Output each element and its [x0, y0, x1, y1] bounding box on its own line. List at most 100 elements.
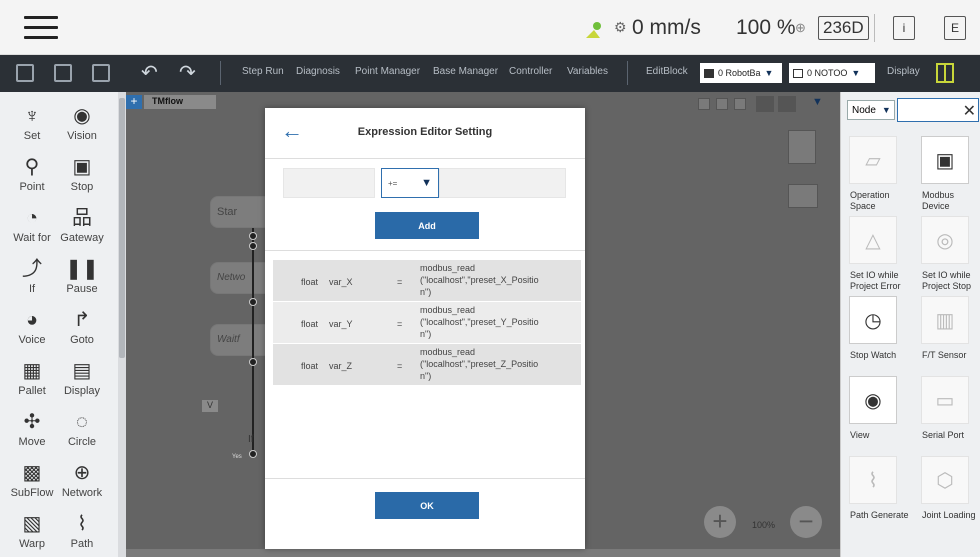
info-icon[interactable]: i	[893, 16, 915, 40]
add-button[interactable]: Add	[375, 212, 479, 239]
goto-icon: ↱	[73, 309, 91, 331]
controller-button[interactable]: Controller	[509, 66, 552, 77]
palette-scrollbar[interactable]	[118, 92, 126, 557]
device-badge[interactable]: 236D	[818, 0, 869, 55]
io-error-icon[interactable]: △	[849, 216, 897, 264]
log-icon[interactable]: E	[944, 16, 966, 40]
palette-item-if[interactable]: ⤴ If	[4, 255, 60, 295]
undo-icon[interactable]: ↶	[141, 60, 158, 85]
display-toggle-icon[interactable]	[788, 184, 818, 208]
flow-node-if[interactable]: If	[248, 434, 254, 445]
palette-item-label: Path	[70, 538, 94, 550]
diagnosis-button[interactable]: Diagnosis	[296, 66, 340, 77]
connector-dot[interactable]	[249, 298, 257, 306]
serial-port-icon[interactable]: ▭	[921, 376, 969, 424]
subflow-icon: ▩	[22, 462, 42, 484]
redo-icon[interactable]: ↷	[179, 60, 196, 85]
palette-item-set[interactable]: ♆ Set	[4, 102, 60, 142]
save-as-icon[interactable]	[92, 64, 110, 82]
menu-icon[interactable]	[24, 14, 58, 40]
palette-item-network[interactable]: ⊕ Network	[54, 459, 110, 499]
ok-button[interactable]: OK	[375, 492, 479, 519]
palette-item-label: Circle	[67, 436, 97, 448]
palette-item-gateway[interactable]: 品 Gateway	[54, 204, 110, 244]
tool-select[interactable]: 0 NOTOO ▼	[789, 63, 875, 83]
right-operand-input[interactable]	[439, 168, 566, 198]
palette-item-circle[interactable]: ◌ Circle	[54, 408, 110, 448]
palette-item-pallet[interactable]: ▦ Pallet	[4, 357, 60, 397]
palette-item-voice[interactable]: ◕ Voice	[4, 306, 60, 346]
robot-base-select[interactable]: 0 RobotBa ▼	[700, 63, 782, 83]
joint-loading-icon[interactable]: ⬡	[921, 456, 969, 504]
add-tab-button[interactable]: +	[126, 95, 142, 109]
zoom-out-button[interactable]: −	[790, 506, 822, 538]
palette-item-point[interactable]: ⚲ Point	[4, 153, 60, 193]
node-panel-label: Path Generate	[850, 510, 909, 520]
sort-icon[interactable]	[698, 98, 710, 110]
view-icon[interactable]: ◉	[849, 376, 897, 424]
palette-item-warp[interactable]: ▧ Warp	[4, 510, 60, 550]
display-button[interactable]: Display	[887, 66, 920, 77]
palette-item-pause[interactable]: ❚❚ Pause	[54, 255, 110, 295]
divider	[220, 61, 221, 85]
table-row[interactable]: float var_Z = modbus_read ("localhost","pre…	[273, 344, 581, 386]
clear-icon[interactable]: ✕	[963, 101, 976, 121]
sort-desc-icon[interactable]	[716, 98, 728, 110]
node-panel-label: Serial Port	[922, 430, 965, 440]
editblock-button[interactable]: EditBlock	[646, 66, 688, 77]
robot-status-icon	[586, 22, 601, 38]
canvas-hscrollbar[interactable]	[126, 549, 840, 557]
palette-item-label: Pause	[66, 283, 98, 295]
connector-dot[interactable]	[249, 242, 257, 250]
path-generate-icon[interactable]: ⌇	[849, 456, 897, 504]
table-row[interactable]: float var_X = modbus_read ("localhost","pre…	[273, 260, 581, 302]
modbus-device-icon[interactable]: ▣	[921, 136, 969, 184]
palette-item-label: SubFlow	[10, 487, 54, 499]
save-project-icon[interactable]	[54, 64, 72, 82]
palette-item-subflow[interactable]: ▩ SubFlow	[4, 459, 60, 499]
stopwatch-icon[interactable]: ◷	[849, 296, 897, 344]
layout-icon[interactable]	[788, 130, 816, 164]
palette-item-wait-for[interactable]: ◔ Wait for	[4, 204, 60, 244]
palette-item-goto[interactable]: ↱ Goto	[54, 306, 110, 346]
warp-icon: ▧	[22, 513, 42, 535]
palette-item-label: Goto	[70, 334, 94, 346]
speed-icon: ⚙	[614, 19, 627, 35]
variables-button[interactable]: Variables	[567, 66, 608, 77]
connector-dot[interactable]	[249, 232, 257, 240]
chevron-down-icon[interactable]: ▼	[812, 96, 823, 108]
base-manager-button[interactable]: Base Manager	[433, 66, 498, 77]
divider	[265, 250, 585, 251]
palette-item-move[interactable]: ✣ Move	[4, 408, 60, 448]
node-search-input[interactable]: ✕	[897, 98, 979, 122]
zoom-fit-icon[interactable]	[734, 98, 746, 110]
connector-dot[interactable]	[249, 450, 257, 458]
zoom-in-button[interactable]: +	[704, 506, 736, 538]
palette-item-label: Vision	[67, 130, 97, 142]
percent-readout: 100 %	[736, 15, 796, 39]
point-icon: ⚲	[24, 156, 40, 178]
chevron-left-icon[interactable]	[756, 96, 774, 112]
io-stop-icon[interactable]: ◎	[921, 216, 969, 264]
left-operand-input[interactable]	[283, 168, 375, 198]
panel-toggle-icon[interactable]	[936, 63, 954, 83]
connector-dot[interactable]	[249, 358, 257, 366]
chevron-right-icon[interactable]	[778, 96, 796, 112]
point-manager-button[interactable]: Point Manager	[355, 66, 420, 77]
node-filter-select[interactable]: Node ▼	[847, 100, 895, 120]
operator-value: +=	[388, 178, 398, 188]
palette-item-vision[interactable]: ◉ Vision	[54, 102, 110, 142]
palette-item-label: Stop	[70, 181, 94, 193]
operation-space-icon[interactable]: ▱	[849, 136, 897, 184]
tab-tmflow[interactable]: TMflow	[144, 95, 216, 109]
step-run-button[interactable]: Step Run	[242, 66, 284, 77]
table-row[interactable]: float var_Y = modbus_read ("localhost","pre…	[273, 302, 581, 344]
new-project-icon[interactable]	[16, 64, 34, 82]
yes-label: Yes	[232, 454, 242, 460]
palette-item-stop[interactable]: ▣ Stop	[54, 153, 110, 193]
palette-item-display[interactable]: ▤ Display	[54, 357, 110, 397]
operator-select[interactable]: += ▼	[381, 168, 439, 198]
ft-sensor-icon[interactable]: ▥	[921, 296, 969, 344]
palette-item-path[interactable]: ⌇ Path	[54, 510, 110, 550]
node-filter-value: Node	[852, 104, 876, 116]
